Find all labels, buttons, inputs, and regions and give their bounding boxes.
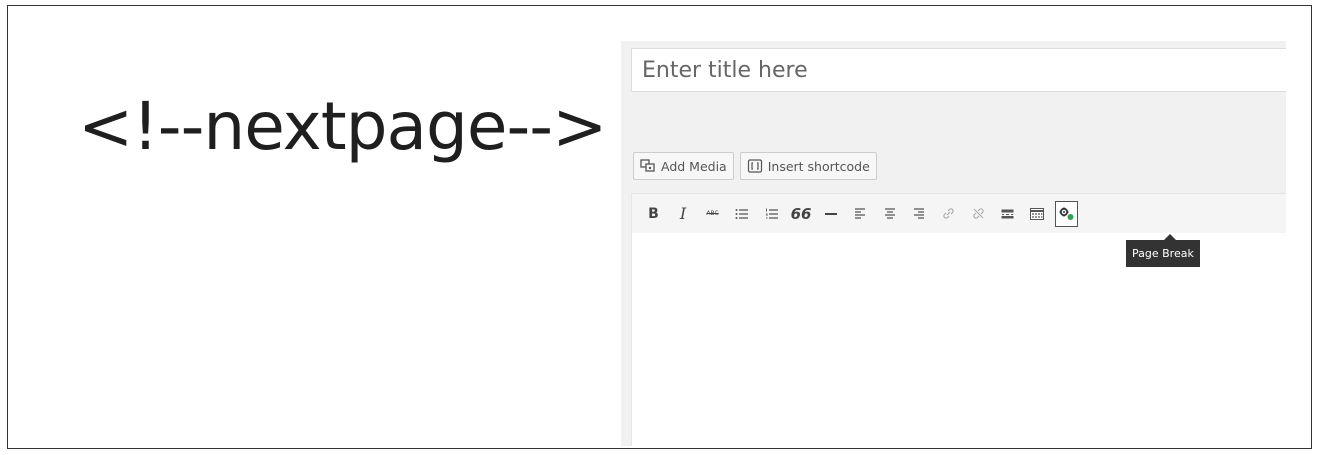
align-right-button[interactable] bbox=[908, 201, 931, 227]
read-more-icon bbox=[1001, 209, 1014, 219]
numbered-list-icon bbox=[765, 208, 779, 220]
strikethrough-icon: ABC bbox=[706, 210, 719, 217]
nextpage-code-heading: <!--nextpage--> bbox=[78, 88, 607, 165]
editor-toolbar: B I ABC 66 bbox=[631, 193, 1286, 233]
insert-link-button[interactable] bbox=[937, 201, 960, 227]
page-break-button[interactable] bbox=[1055, 200, 1078, 227]
page-break-tooltip: Page Break bbox=[1126, 234, 1200, 267]
horizontal-line-button[interactable] bbox=[819, 201, 842, 227]
insert-link-icon bbox=[942, 207, 955, 220]
blockquote-icon: 66 bbox=[790, 204, 812, 223]
tooltip-text: Page Break bbox=[1132, 247, 1194, 260]
shortcode-icon bbox=[747, 159, 763, 173]
bold-icon: B bbox=[648, 205, 659, 222]
screenshot-frame: <!--nextpage--> Add Media Insert shortco… bbox=[7, 5, 1312, 449]
bulleted-list-button[interactable] bbox=[731, 201, 754, 227]
align-left-icon bbox=[854, 207, 866, 220]
add-media-button[interactable]: Add Media bbox=[633, 152, 734, 180]
bulleted-list-icon bbox=[735, 208, 749, 220]
blockquote-button[interactable]: 66 bbox=[790, 201, 813, 227]
read-more-button[interactable] bbox=[996, 201, 1019, 227]
add-media-icon bbox=[640, 159, 656, 173]
toolbar-toggle-button[interactable] bbox=[1026, 201, 1049, 227]
align-right-icon bbox=[913, 207, 925, 220]
italic-icon: I bbox=[679, 204, 687, 223]
insert-shortcode-button[interactable]: Insert shortcode bbox=[739, 152, 877, 180]
page-break-icon bbox=[1058, 206, 1076, 222]
align-left-button[interactable] bbox=[849, 201, 872, 227]
italic-button[interactable]: I bbox=[672, 201, 695, 227]
post-title-input[interactable] bbox=[631, 48, 1286, 92]
numbered-list-button[interactable] bbox=[760, 201, 783, 227]
remove-link-button[interactable] bbox=[967, 201, 990, 227]
remove-link-icon bbox=[972, 207, 985, 220]
insert-shortcode-label: Insert shortcode bbox=[767, 158, 870, 174]
toolbar-toggle-icon bbox=[1030, 207, 1044, 220]
align-center-icon bbox=[884, 207, 896, 220]
add-media-label: Add Media bbox=[661, 158, 727, 174]
align-center-button[interactable] bbox=[878, 201, 901, 227]
media-buttons: Add Media Insert shortcode bbox=[633, 152, 877, 180]
bold-button[interactable]: B bbox=[642, 201, 665, 227]
strikethrough-button[interactable]: ABC bbox=[701, 201, 724, 227]
horizontal-line-icon bbox=[824, 212, 838, 216]
